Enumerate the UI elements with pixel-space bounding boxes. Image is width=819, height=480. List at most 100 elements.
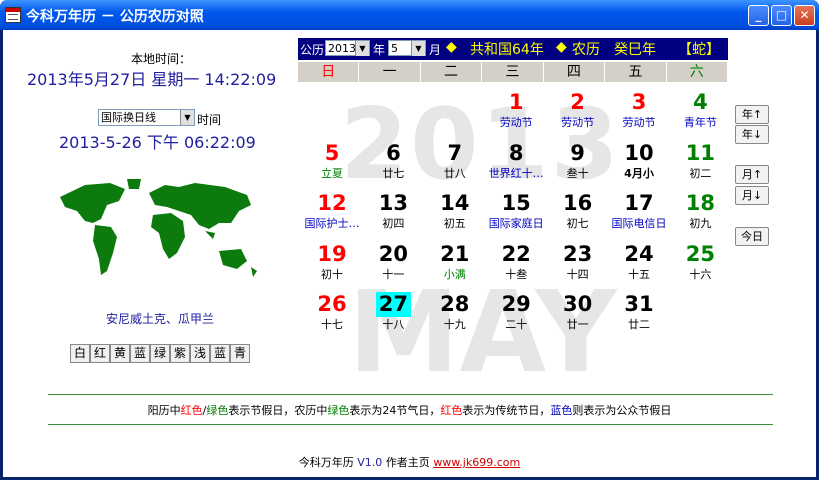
note-segment: 蓝色 [550, 404, 573, 417]
day-cell[interactable]: 30 廿一 [547, 292, 609, 332]
lunar-text: 廿八 [443, 166, 466, 180]
day-number: 8 [508, 140, 524, 165]
weekday-1: 一 [359, 62, 421, 82]
lunar-text: 世界红十… [488, 166, 544, 180]
chevron-down-icon[interactable]: ▼ [355, 41, 369, 56]
minimize-button[interactable]: _ [748, 5, 769, 26]
month-down-button[interactable]: 月↓ [735, 186, 769, 205]
time-zone-select[interactable]: 国际换日线 ▼ [98, 109, 195, 126]
day-cell[interactable]: 5 立夏 [301, 141, 363, 181]
day-cell[interactable]: 13 初四 [362, 191, 424, 231]
color-button-5[interactable]: 紫 [170, 344, 190, 363]
day-cell[interactable]: 6 廿七 [362, 141, 424, 181]
day-number: 9 [570, 140, 585, 165]
day-cell[interactable]: 22 十叁 [485, 242, 547, 282]
local-time-label: 本地时间： [131, 52, 192, 66]
month-value: 5 [391, 42, 398, 55]
day-cell[interactable]: 20 十一 [362, 242, 424, 282]
day-cell[interactable]: 26 十七 [301, 292, 363, 332]
day-cell[interactable]: 10 4月小 [608, 141, 670, 181]
color-button-7[interactable]: 蓝 [210, 344, 230, 363]
day-cell[interactable]: 24 十五 [608, 242, 670, 282]
day-number: 14 [440, 191, 470, 215]
day-cell[interactable]: 4 青年节 [669, 90, 731, 130]
app-window: 今科万年历 － 公历农历对照 _ □ ✕ 本地时间： 2013年5月27日 星期… [0, 0, 819, 480]
day-cell[interactable]: 27 十八 [362, 292, 424, 332]
day-cell[interactable]: 2 劳动节 [547, 90, 609, 130]
diamond-icon: ◆ [556, 39, 567, 55]
note-segment: 表示为传统节日， [462, 404, 551, 417]
today-button[interactable]: 今日 [735, 227, 769, 246]
day-cell[interactable]: 28 十九 [424, 292, 486, 332]
location-label: 安尼威土克、瓜甲兰 [106, 312, 215, 326]
lunar-text: 国际家庭日 [488, 217, 544, 230]
world-map-image[interactable] [55, 175, 265, 295]
day-cell[interactable]: 18 初九 [669, 191, 731, 231]
maximize-button[interactable]: □ [771, 5, 792, 26]
weekday-3: 三 [482, 62, 544, 82]
lunar-label: 农历 [572, 42, 600, 58]
month-select[interactable]: 5 ▼ [388, 40, 426, 56]
lunar-text: 劳动节 [499, 116, 533, 129]
note-segment: 红色 [180, 404, 203, 417]
lunar-text: 初五 [443, 217, 466, 230]
day-cell[interactable]: 17 国际电信日 [608, 191, 670, 231]
day-cell[interactable]: 31 廿二 [608, 292, 670, 332]
color-button-3[interactable]: 蓝 [130, 344, 150, 363]
weekday-header: 日一二三四五六 [298, 62, 728, 82]
note-segment: 表示节假日，农历中 [228, 404, 328, 417]
day-number: 12 [317, 191, 347, 215]
app-name: 今科万年历 [298, 456, 354, 469]
lunar-text: 十五 [628, 267, 650, 281]
calendar-label: 公历 [300, 43, 325, 57]
lunar-text: 廿七 [382, 166, 405, 180]
time-zone-value: 国际换日线 [101, 111, 156, 124]
lunar-text: 劳动节 [622, 116, 656, 129]
day-cell[interactable]: 23 十四 [547, 242, 609, 282]
zone-time-label: 时间 [197, 113, 222, 127]
day-cell[interactable]: 8 世界红十… [485, 141, 547, 181]
day-number: 15 [501, 191, 531, 215]
lunar-text: 廿二 [628, 318, 650, 331]
year-value: 2013 [328, 42, 356, 55]
day-cell[interactable]: 14 初五 [424, 191, 486, 231]
year-select[interactable]: 2013 ▼ [325, 40, 370, 56]
month-up-button[interactable]: 月↑ [735, 165, 769, 184]
color-button-0[interactable]: 白 [70, 344, 90, 363]
lunar-text: 4月小 [624, 166, 654, 180]
day-cell[interactable]: 29 二十 [485, 292, 547, 332]
window-title: 今科万年历 － 公历农历对照 [26, 9, 204, 25]
lunar-text: 廿一 [566, 318, 589, 331]
day-cell[interactable]: 25 十六 [669, 242, 731, 282]
day-cell[interactable]: 16 初七 [547, 191, 609, 231]
day-cell[interactable]: 12 国际护士… [301, 191, 363, 231]
day-number: 19 [317, 241, 347, 266]
chevron-down-icon[interactable]: ▼ [411, 41, 425, 56]
lunar-text: 立夏 [321, 166, 343, 180]
day-cell[interactable]: 19 初十 [301, 242, 363, 282]
year-up-button[interactable]: 年↑ [735, 105, 769, 124]
day-number: 5 [324, 140, 340, 165]
day-number: 28 [440, 292, 470, 316]
day-cell[interactable]: 9 叁十 [547, 141, 609, 181]
zodiac-label: 【蛇】 [678, 42, 720, 58]
color-button-1[interactable]: 红 [90, 344, 110, 363]
lunar-text: 叁十 [566, 166, 589, 180]
color-button-4[interactable]: 绿 [150, 344, 170, 363]
day-cell[interactable]: 1 劳动节 [485, 90, 547, 130]
day-cell[interactable]: 7 廿八 [424, 141, 486, 181]
chevron-down-icon[interactable]: ▼ [180, 110, 194, 125]
color-button-2[interactable]: 黄 [110, 344, 130, 363]
day-cell[interactable]: 11 初二 [669, 141, 731, 181]
author-link[interactable]: www.jk699.com [433, 456, 520, 469]
day-cell[interactable]: 15 国际家庭日 [485, 191, 547, 231]
calendar-app-icon[interactable] [5, 7, 21, 23]
day-number: 18 [685, 191, 715, 215]
title-bar[interactable]: 今科万年历 － 公历农历对照 _ □ ✕ [0, 0, 819, 30]
color-button-8[interactable]: 青 [230, 344, 250, 363]
year-down-button[interactable]: 年↓ [735, 125, 769, 144]
close-button[interactable]: ✕ [794, 5, 815, 26]
day-cell[interactable]: 21 小满 [424, 242, 486, 282]
color-button-6[interactable]: 浅 [190, 344, 210, 363]
day-cell[interactable]: 3 劳动节 [608, 90, 670, 130]
